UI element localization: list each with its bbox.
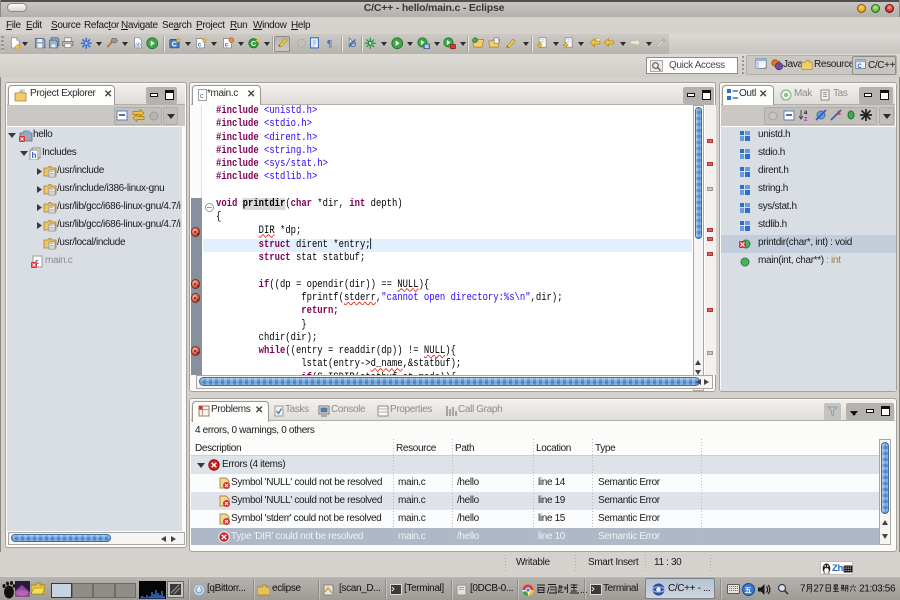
svg-text:z: z (804, 116, 808, 122)
svg-text:h: h (32, 151, 37, 160)
svg-text:s: s (837, 110, 841, 117)
svg-text:¶: ¶ (327, 39, 333, 49)
svg-text:ab: ab (135, 42, 141, 48)
svg-text:五: 五 (745, 587, 752, 595)
svg-text:C: C (251, 40, 256, 47)
svg-text:C: C (172, 41, 177, 48)
